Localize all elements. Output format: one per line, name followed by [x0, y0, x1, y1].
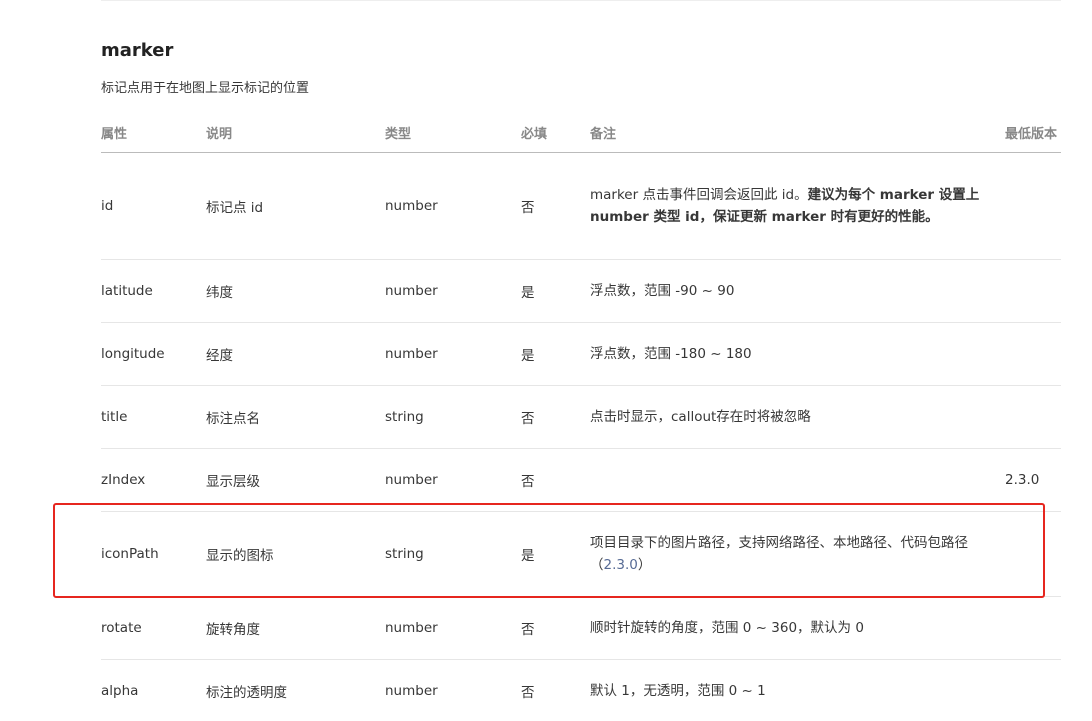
cell-version [1005, 152, 1061, 260]
header-required: 必填 [521, 112, 590, 153]
cell-note: marker 点击事件回调会返回此 id。建议为每个 marker 设置上 nu… [590, 152, 1005, 260]
cell-desc: 标记点 id [206, 152, 385, 260]
cell-version-link[interactable]: 2.3.0 [1005, 448, 1061, 512]
cell-note: 项目目录下的图片路径，支持网络路径、本地路径、代码包路径（2.3.0） [590, 511, 1005, 597]
cell-required: 否 [521, 659, 590, 721]
cell-attr: title [101, 385, 206, 449]
version-link[interactable]: 2.3.0 [604, 557, 638, 573]
cell-attr: longitude [101, 322, 206, 386]
cell-type: number [385, 596, 521, 660]
cell-version [1005, 322, 1061, 386]
cell-version [1005, 659, 1061, 721]
cell-attr: rotate [101, 596, 206, 660]
cell-type: number [385, 259, 521, 323]
header-note: 备注 [590, 112, 1005, 153]
cell-note [590, 448, 1005, 512]
doc-page: marker 标记点用于在地图上显示标记的位置 属性 说明 类型 必填 备注 最… [0, 0, 1092, 721]
cell-version [1005, 385, 1061, 449]
cell-desc: 标注的透明度 [206, 659, 385, 721]
header-type: 类型 [385, 112, 521, 153]
cell-desc: 显示的图标 [206, 511, 385, 597]
cell-type: number [385, 152, 521, 260]
table-row: longitude 经度 number 是 浮点数，范围 -180 ~ 180 [101, 322, 1061, 386]
section-description: 标记点用于在地图上显示标记的位置 [101, 81, 310, 96]
cell-required: 否 [521, 385, 590, 449]
table-row: alpha 标注的透明度 number 否 默认 1，无透明，范围 0 ~ 1 [101, 659, 1061, 721]
cell-attr: alpha [101, 659, 206, 721]
cell-type: number [385, 448, 521, 512]
cell-note: 顺时针旋转的角度，范围 0 ~ 360，默认为 0 [590, 596, 1005, 660]
cell-type: string [385, 511, 521, 597]
cell-type: number [385, 322, 521, 386]
header-desc: 说明 [206, 112, 385, 153]
cell-version [1005, 259, 1061, 323]
table-row: title 标注点名 string 否 点击时显示，callout存在时将被忽略 [101, 385, 1061, 449]
cell-required: 是 [521, 259, 590, 323]
cell-version [1005, 511, 1061, 597]
cell-type: string [385, 385, 521, 449]
cell-attr: id [101, 152, 206, 260]
cell-note: 点击时显示，callout存在时将被忽略 [590, 385, 1005, 449]
cell-desc: 旋转角度 [206, 596, 385, 660]
note-text: marker 点击事件回调会返回此 id。 [590, 187, 808, 203]
table-header-row: 属性 说明 类型 必填 备注 最低版本 [101, 112, 1061, 153]
table-row: zIndex 显示层级 number 否 2.3.0 [101, 448, 1061, 512]
cell-attr: zIndex [101, 448, 206, 512]
cell-required: 否 [521, 448, 590, 512]
cell-required: 否 [521, 596, 590, 660]
cell-desc: 经度 [206, 322, 385, 386]
section-title: marker [101, 40, 174, 61]
cell-required: 是 [521, 511, 590, 597]
cell-desc: 纬度 [206, 259, 385, 323]
marker-properties-table: 属性 说明 类型 必填 备注 最低版本 id 标记点 id number 否 m… [101, 112, 1061, 721]
cell-attr: latitude [101, 259, 206, 323]
table-row: rotate 旋转角度 number 否 顺时针旋转的角度，范围 0 ~ 360… [101, 596, 1061, 660]
cell-required: 否 [521, 152, 590, 260]
cell-desc: 显示层级 [206, 448, 385, 512]
header-attr: 属性 [101, 112, 206, 153]
header-min-version: 最低版本 [1005, 112, 1061, 153]
cell-required: 是 [521, 322, 590, 386]
table-row: latitude 纬度 number 是 浮点数，范围 -90 ~ 90 [101, 259, 1061, 323]
cell-version [1005, 596, 1061, 660]
top-divider [101, 0, 1061, 1]
cell-desc: 标注点名 [206, 385, 385, 449]
table-row: id 标记点 id number 否 marker 点击事件回调会返回此 id。… [101, 152, 1061, 260]
cell-type: number [385, 659, 521, 721]
table-row: iconPath 显示的图标 string 是 项目目录下的图片路径，支持网络路… [101, 511, 1061, 597]
cell-attr: iconPath [101, 511, 206, 597]
cell-note: 浮点数，范围 -90 ~ 90 [590, 259, 1005, 323]
note-suffix: ） [637, 557, 652, 573]
cell-note: 浮点数，范围 -180 ~ 180 [590, 322, 1005, 386]
cell-note: 默认 1，无透明，范围 0 ~ 1 [590, 659, 1005, 721]
